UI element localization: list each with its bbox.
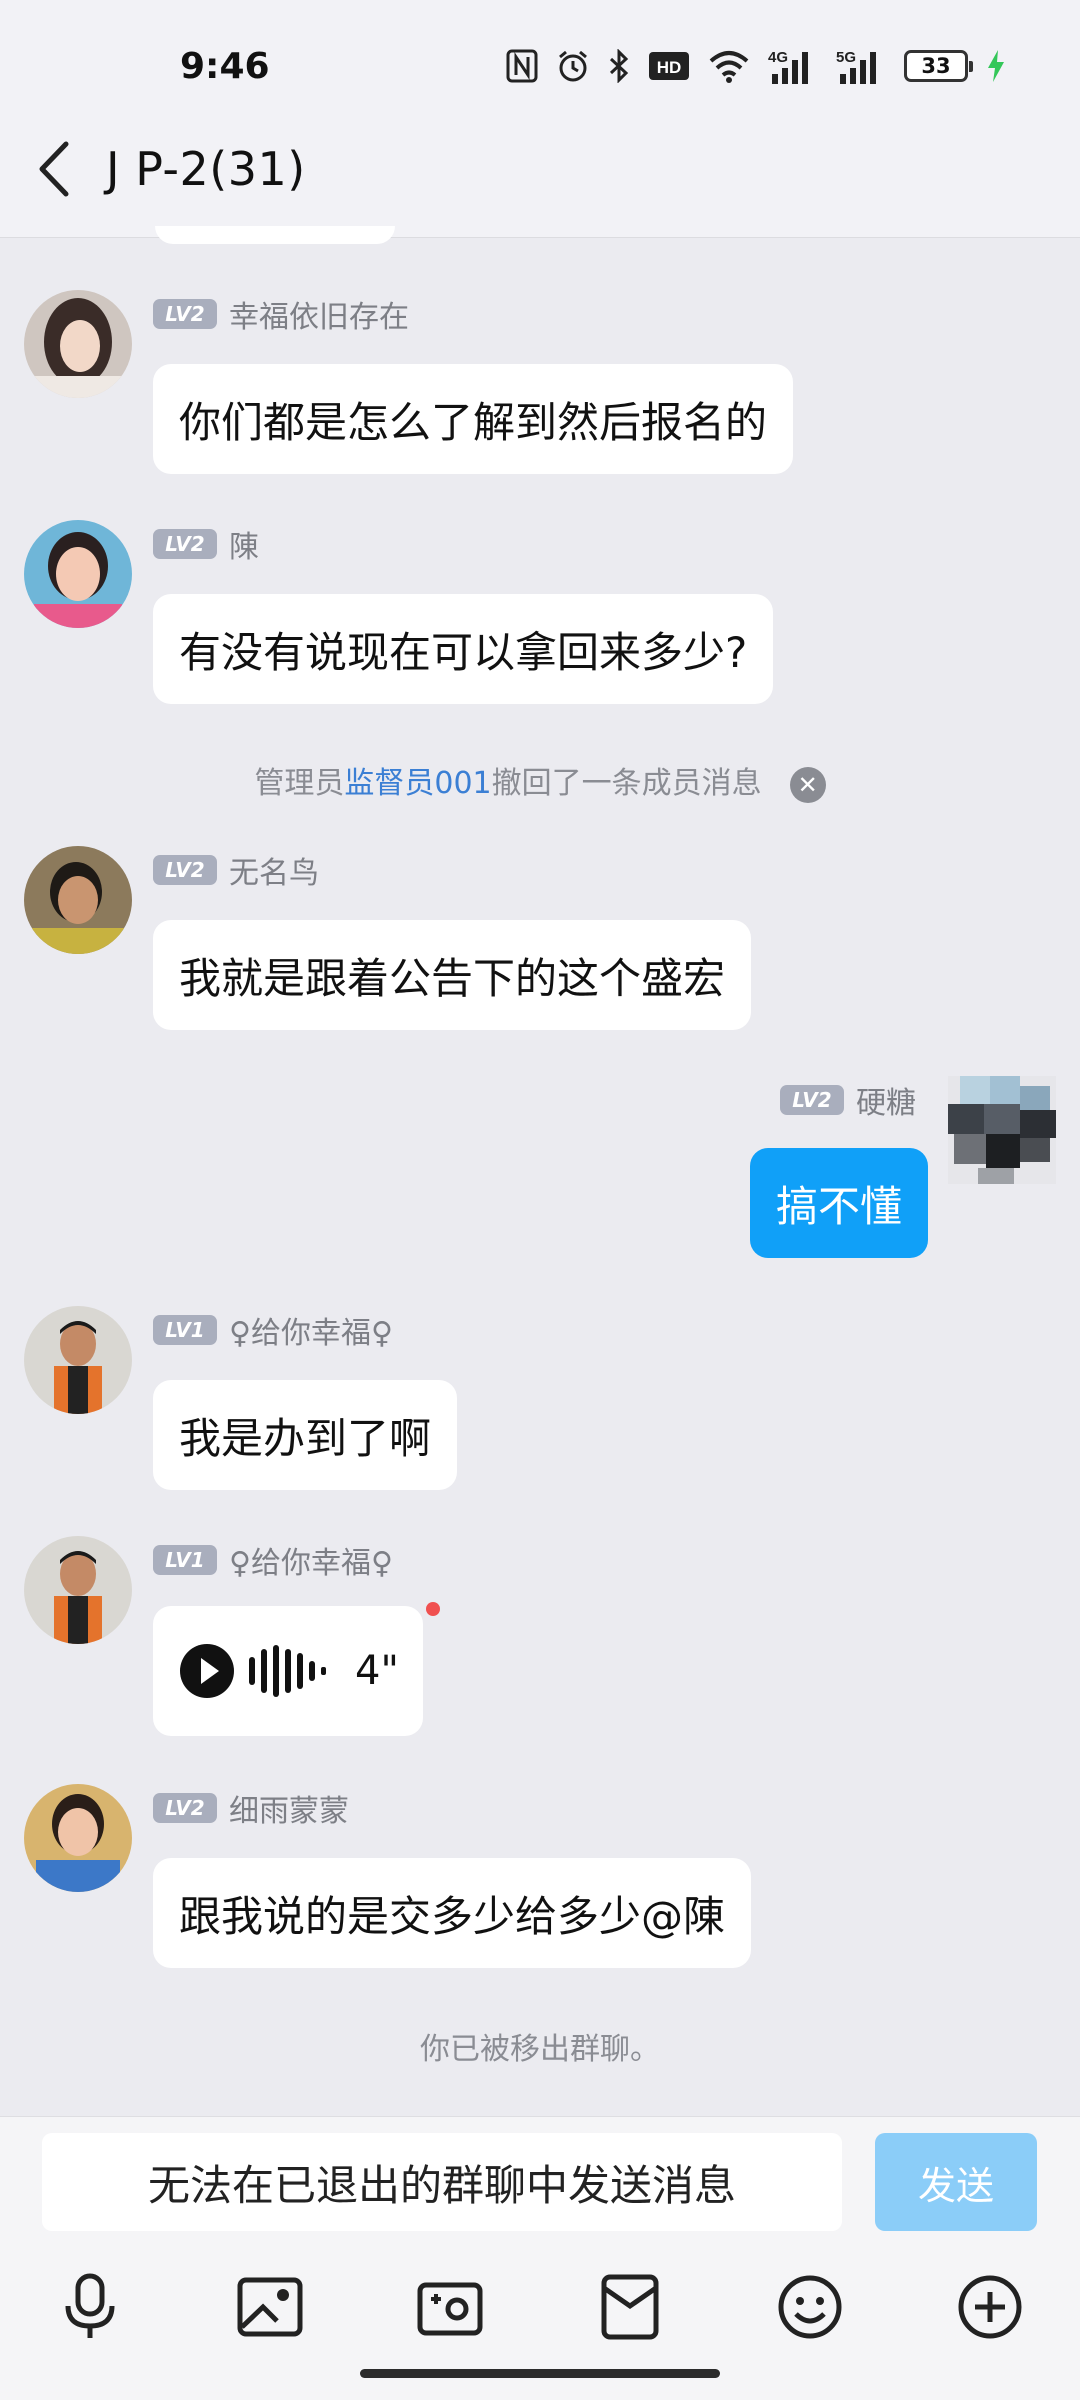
- message-bubble[interactable]: 跟我说的是交多少给多少@陳: [153, 1858, 752, 1968]
- recall-prefix: 管理员: [254, 766, 345, 801]
- level-badge: LV2: [153, 1793, 217, 1823]
- battery-indicator: 33: [904, 50, 973, 82]
- image-icon[interactable]: [230, 2267, 310, 2347]
- plus-icon[interactable]: [950, 2267, 1030, 2347]
- recall-suffix: 撤回了一条成员消息: [491, 766, 762, 801]
- message-bubble[interactable]: 我就是跟着公告下的这个盛宏: [153, 920, 752, 1030]
- unread-dot: [426, 1602, 440, 1616]
- nickname[interactable]: ♀给你幸福♀: [229, 1538, 393, 1582]
- signal-4g-icon: 4G: [768, 49, 808, 84]
- alarm-icon: [559, 50, 587, 82]
- send-button[interactable]: 发送: [875, 2133, 1037, 2231]
- level-badge: LV2: [780, 1085, 844, 1115]
- message-meta: LV1 ♀给你幸福♀: [153, 1308, 393, 1352]
- message-bubble[interactable]: 有没有说现在可以拿回来多少?: [153, 594, 774, 704]
- avatar[interactable]: [24, 1306, 132, 1414]
- avatar[interactable]: [948, 1076, 1056, 1184]
- close-icon[interactable]: ✕: [789, 766, 826, 803]
- nickname[interactable]: 细雨蒙蒙: [229, 1786, 349, 1830]
- message-bubble[interactable]: 搞不懂: [749, 1148, 928, 1258]
- nickname[interactable]: 无名鸟: [229, 848, 319, 892]
- svg-text:4G: 4G: [768, 49, 788, 66]
- voice-duration: 4": [355, 1648, 399, 1694]
- input-bar: 无法在已退出的群聊中发送消息 发送: [0, 2116, 1080, 2400]
- level-badge: LV2: [153, 855, 217, 885]
- message-input[interactable]: 无法在已退出的群聊中发送消息: [42, 2133, 842, 2231]
- waveform-icon: [249, 1645, 326, 1697]
- wifi-icon: [709, 51, 749, 83]
- avatar[interactable]: [24, 1784, 132, 1892]
- nfc-icon: [506, 49, 538, 83]
- battery-level: 33: [921, 54, 951, 78]
- nickname[interactable]: 幸福依旧存在: [229, 292, 409, 336]
- nickname[interactable]: ♀给你幸福♀: [229, 1308, 393, 1352]
- level-badge: LV2: [153, 299, 217, 329]
- home-indicator[interactable]: [360, 2369, 720, 2378]
- chat-title: J P-2(31): [106, 142, 306, 196]
- voice-message-bubble[interactable]: 4": [153, 1606, 423, 1736]
- red-packet-icon[interactable]: [590, 2267, 670, 2347]
- level-badge: LV1: [153, 1315, 217, 1345]
- hd-icon: HD: [649, 52, 689, 80]
- top-bar: 9:46 HD 4G 5G 33 J P-2(31): [0, 0, 1080, 238]
- svg-text:5G: 5G: [836, 49, 856, 66]
- play-icon[interactable]: [179, 1643, 235, 1699]
- recall-notice: 管理员监督员001撤回了一条成员消息 ✕: [0, 758, 1080, 803]
- message-bubble[interactable]: 你们都是怎么了解到然后报名的: [153, 364, 794, 474]
- back-button[interactable]: [30, 136, 82, 202]
- charging-icon: [988, 50, 1004, 82]
- message-meta: LV2 陳: [153, 522, 259, 566]
- message-meta: LV2 硬糖: [780, 1078, 916, 1122]
- avatar[interactable]: [24, 1536, 132, 1644]
- message-meta: LV2 无名鸟: [153, 848, 319, 892]
- admin-link[interactable]: 监督员001: [344, 766, 491, 801]
- camera-icon[interactable]: [410, 2267, 490, 2347]
- message-bubble[interactable]: 我是办到了啊: [153, 1380, 458, 1490]
- status-time: 9:46: [180, 46, 270, 87]
- message-meta: LV2 细雨蒙蒙: [153, 1786, 349, 1830]
- emoji-icon[interactable]: [770, 2267, 850, 2347]
- avatar[interactable]: [24, 290, 132, 398]
- level-badge: LV2: [153, 529, 217, 559]
- level-badge: LV1: [153, 1545, 217, 1575]
- previous-message-bubble[interactable]: [155, 226, 395, 244]
- signal-5g-icon: 5G: [836, 49, 876, 84]
- removed-notice: 你已被移出群聊。: [420, 2032, 660, 2067]
- avatar[interactable]: [24, 520, 132, 628]
- status-icons: HD 4G 5G 33: [506, 44, 1006, 88]
- mic-icon[interactable]: [50, 2267, 130, 2347]
- nickname[interactable]: 陳: [229, 522, 259, 566]
- message-meta: LV1 ♀给你幸福♀: [153, 1538, 393, 1582]
- avatar[interactable]: [24, 846, 132, 954]
- svg-text:HD: HD: [657, 58, 682, 77]
- bluetooth-icon: [609, 49, 629, 83]
- nickname[interactable]: 硬糖: [856, 1078, 916, 1122]
- message-meta: LV2 幸福依旧存在: [153, 292, 409, 336]
